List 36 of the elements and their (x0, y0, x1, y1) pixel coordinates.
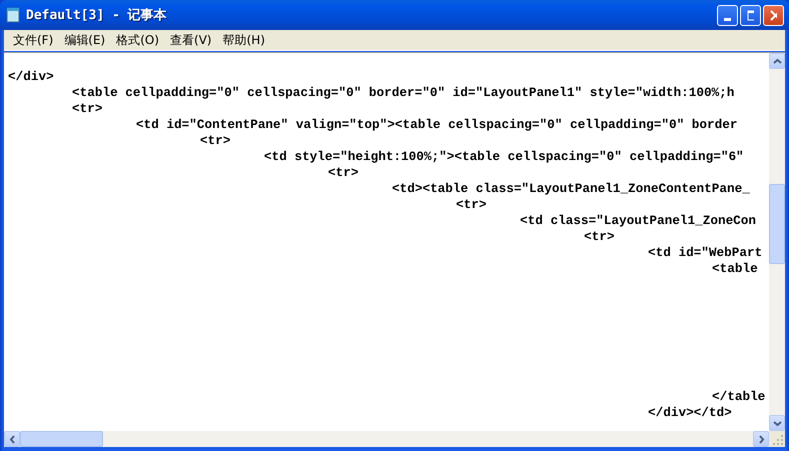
menu-item[interactable]: 格式(O) (111, 32, 164, 48)
menu-item[interactable]: 查看(V) (165, 32, 217, 48)
code-line: <td><table class="LayoutPanel1_ZoneContentPane_ (392, 181, 750, 196)
scroll-down-button[interactable] (769, 415, 785, 431)
scrollbar-thumb[interactable] (20, 431, 103, 447)
notepad-icon (6, 7, 20, 23)
code-line: <table cellpadding="0" cellspacing="0" border="0" id="LayoutPanel1" style="width:100%;h (72, 85, 734, 100)
code-line: </div></td> (648, 405, 732, 420)
code-line: <table (712, 261, 758, 276)
minimize-icon (724, 18, 731, 20)
scroll-up-button[interactable] (769, 53, 785, 69)
code-line: <tr> (72, 101, 102, 116)
menu-item[interactable]: 文件(F) (8, 32, 58, 48)
code-line: <tr> (328, 165, 358, 180)
scroll-right-button[interactable] (753, 431, 769, 447)
scroll-left-button[interactable] (4, 431, 20, 447)
code-line: <td class="LayoutPanel1_ZoneCon (520, 213, 756, 228)
maximize-button[interactable] (740, 4, 761, 26)
window-title: Default[3] - 记事本 (26, 7, 168, 24)
caret-icon (772, 56, 782, 66)
minimize-button[interactable] (717, 4, 738, 26)
code-line: <td style="height:100%;"><table cellspacing="0" cellpadding="6" (264, 149, 744, 164)
code-line: <tr> (456, 197, 486, 212)
code-line: <td id="WebPart (648, 245, 762, 260)
code-line: <td id="ContentPane" valign="top"><table cellspacing="0" cellpadding="0" border (136, 117, 738, 132)
code-line: <tr> (200, 133, 230, 148)
menu-item[interactable]: 编辑(E) (59, 32, 110, 48)
caret-icon (8, 434, 16, 444)
menu-item[interactable]: 帮助(H) (218, 32, 270, 48)
scrollbar-thumb[interactable] (769, 184, 785, 264)
horizontal-scrollbar[interactable] (4, 431, 769, 447)
code-line: <tr> (584, 229, 614, 244)
code-line: </table (712, 389, 766, 404)
close-button[interactable] (763, 4, 784, 26)
vertical-scrollbar[interactable] (769, 53, 785, 431)
code-line: </div> (8, 69, 54, 84)
